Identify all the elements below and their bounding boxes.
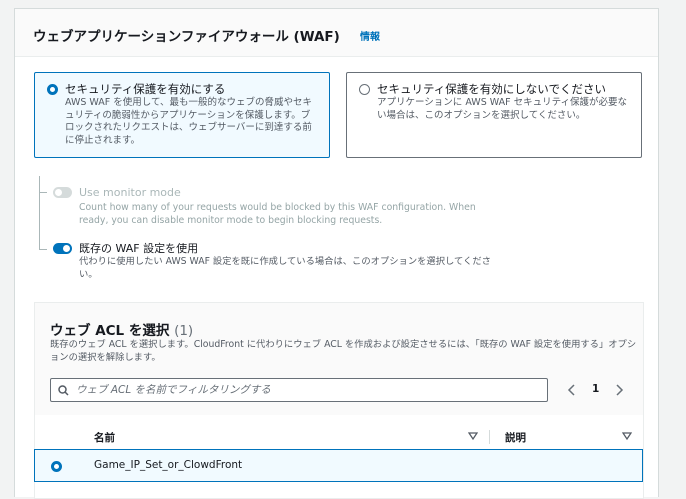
row-select-radio[interactable] — [51, 461, 62, 472]
enable-protection-label: セキュリティ保護を有効にする — [65, 82, 226, 96]
tree-tick — [39, 249, 47, 250]
chevron-left-icon[interactable] — [567, 383, 577, 397]
existing-waf-label: 既存の WAF 設定を使用 — [79, 242, 199, 255]
sort-icon[interactable] — [622, 431, 632, 441]
sort-icon[interactable] — [468, 431, 478, 441]
monitor-mode-description: Count how many of your requests would be… — [79, 202, 476, 226]
tree-tick — [39, 192, 47, 193]
web-acl-title: ウェブ ACL を選択 (1) — [50, 319, 193, 339]
web-acl-count: (1) — [174, 323, 194, 339]
disable-protection-label: セキュリティ保護を有効にしないでください — [377, 82, 606, 96]
toggle-knob — [55, 189, 62, 196]
web-acl-name: Game_IP_Set_or_ClowdFront — [94, 459, 243, 471]
waf-panel: ウェブアプリケーションファイアウォール (WAF) 情報 セキュリティ保護を有効… — [14, 8, 659, 499]
option-tree-line — [39, 176, 40, 250]
web-acl-search-input[interactable] — [76, 382, 536, 398]
web-acl-header: ウェブ ACL を選択 (1) 既存のウェブ ACL を選択します。CloudF… — [35, 303, 643, 415]
column-header-name[interactable]: 名前 — [94, 430, 115, 445]
web-acl-title-text: ウェブ ACL を選択 — [50, 323, 170, 339]
panel-header: ウェブアプリケーションファイアウォール (WAF) 情報 — [15, 9, 658, 57]
disable-protection-description: アプリケーションに AWS WAF セキュリティ保護が必要ない場合は、このオプシ… — [377, 97, 628, 121]
web-acl-section: ウェブ ACL を選択 (1) 既存のウェブ ACL を選択します。CloudF… — [34, 302, 644, 499]
search-icon — [58, 385, 69, 396]
toggle-knob — [63, 245, 70, 252]
enable-protection-radio[interactable] — [47, 84, 58, 95]
monitor-mode-label: Use monitor mode — [79, 186, 181, 199]
enable-protection-tile[interactable]: セキュリティ保護を有効にする AWS WAF を使用して、最も一般的なウェブの脅… — [34, 72, 330, 158]
panel-title: ウェブアプリケーションファイアウォール (WAF) — [33, 29, 340, 45]
disable-protection-radio[interactable] — [359, 84, 370, 95]
web-acl-description: 既存のウェブ ACL を選択します。CloudFront に代わりにウェブ AC… — [50, 339, 637, 363]
column-separator — [489, 430, 490, 444]
table-row[interactable]: Game_IP_Set_or_ClowdFront — [34, 449, 643, 482]
disable-protection-tile[interactable]: セキュリティ保護を有効にしないでください アプリケーションに AWS WAF セ… — [346, 72, 642, 158]
column-header-description[interactable]: 説明 — [505, 430, 526, 445]
enable-protection-description: AWS WAF を使用して、最も一般的なウェブの脅威やセキュリティの脆弱性からア… — [65, 97, 313, 146]
existing-waf-toggle[interactable] — [53, 243, 72, 254]
existing-waf-description: 代わりに使用したい AWS WAF 設定を既に作成している場合は、このオプション… — [79, 256, 491, 280]
page-number[interactable]: 1 — [592, 383, 599, 395]
monitor-mode-toggle[interactable] — [53, 187, 72, 198]
chevron-right-icon[interactable] — [614, 383, 624, 397]
table-header: 名前 説明 — [35, 423, 643, 452]
info-link[interactable]: 情報 — [360, 28, 380, 43]
web-acl-search[interactable] — [50, 378, 548, 402]
